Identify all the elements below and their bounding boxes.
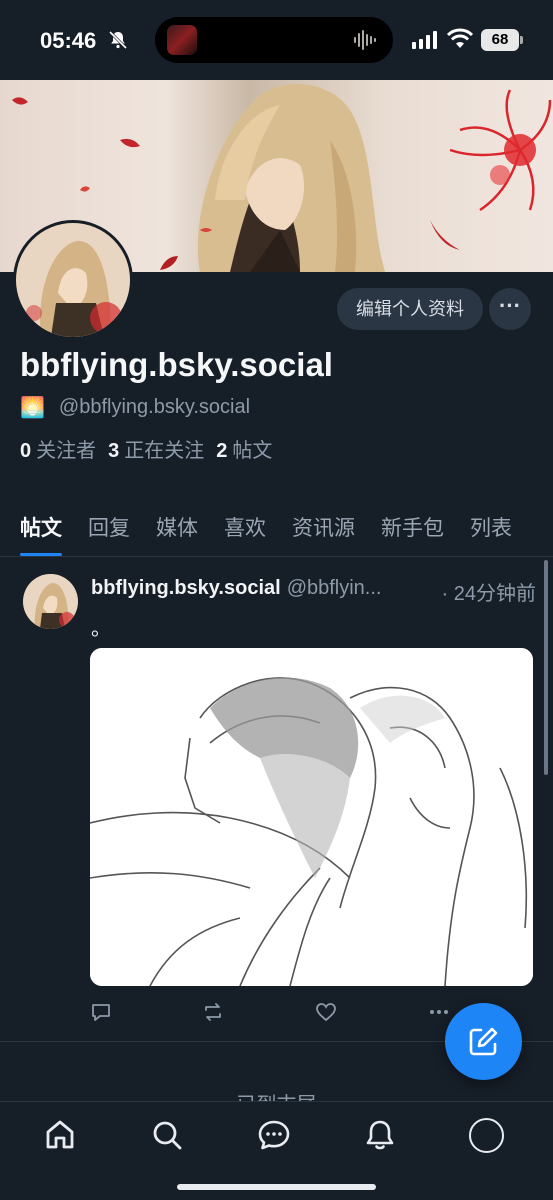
profile-handle: @bbflying.bsky.social [58,395,251,418]
status-time: 05:46 [40,28,97,53]
following-stat[interactable]: 3 正在关注 [108,434,204,463]
sunrise-icon: 🌅 [20,395,45,419]
comment-icon[interactable] [90,1001,112,1023]
avatar-artwork [16,223,130,337]
chat-icon[interactable] [257,1118,291,1152]
dynamic-island[interactable] [155,17,393,63]
search-icon[interactable] [150,1118,184,1152]
sketch-artwork [90,648,533,986]
followers-label: 关注者 [36,440,97,462]
tab-feeds[interactable]: 资讯源 [292,500,355,556]
profile-nav-avatar[interactable] [469,1118,504,1153]
heart-icon[interactable] [315,1001,337,1023]
bell-slash-icon [108,30,128,50]
posts-count: 2 [216,440,228,462]
compose-button[interactable] [445,1003,522,1080]
posts-label: 帖文 [232,440,273,462]
tab-likes[interactable]: 喜欢 [224,500,266,556]
handle-row: 🌅 @bbflying.bsky.social [20,395,250,419]
wifi-icon [447,28,473,48]
post-image[interactable] [90,648,533,986]
post-author-avatar[interactable] [23,574,78,629]
tab-lists[interactable]: 列表 [470,500,512,556]
home-indicator[interactable] [177,1184,376,1190]
tab-starter-packs[interactable]: 新手包 [381,500,444,556]
post-author-handle[interactable]: @bbflyin... [287,577,382,606]
post-avatar-artwork [23,574,78,629]
now-playing-artwork [167,25,197,55]
signal-icon [412,31,437,49]
followers-count: 0 [20,440,32,462]
display-name: bbflying.bsky.social [20,346,333,383]
edit-profile-button[interactable]: 编辑个人资料 [337,288,483,330]
status-bar: 05:46 68 [0,0,553,80]
following-label: 正在关注 [124,440,205,462]
profile-tabs: 帖文 回复 媒体 喜欢 资讯源 新手包 列表 [0,500,553,557]
audio-waveform-icon [354,30,376,50]
profile-stats: 0 关注者 3 正在关注 2 帖文 [20,434,272,463]
tab-replies[interactable]: 回复 [88,500,130,556]
scrollbar[interactable] [544,560,548,775]
post-timestamp[interactable]: · 24分钟前 [442,577,536,606]
repost-icon[interactable] [202,1001,224,1023]
compose-icon [469,1027,498,1056]
following-count: 3 [108,440,120,462]
tab-media[interactable]: 媒体 [156,500,198,556]
post-text: 。 [91,618,111,640]
post-header: bbflying.bsky.social @bbflyin... · 24分钟前 [91,577,536,606]
more-icon[interactable] [428,1001,450,1023]
profile-more-button[interactable]: ··· [489,288,531,330]
profile-avatar[interactable] [13,220,133,340]
battery-indicator: 68 [481,29,523,51]
post-author-name[interactable]: bbflying.bsky.social [91,577,281,606]
post-actions [90,1001,450,1025]
tab-posts[interactable]: 帖文 [20,500,62,556]
bell-icon[interactable] [363,1118,397,1152]
posts-stat: 2 帖文 [216,434,272,463]
home-icon[interactable] [43,1118,77,1152]
followers-stat[interactable]: 0 关注者 [20,434,96,463]
